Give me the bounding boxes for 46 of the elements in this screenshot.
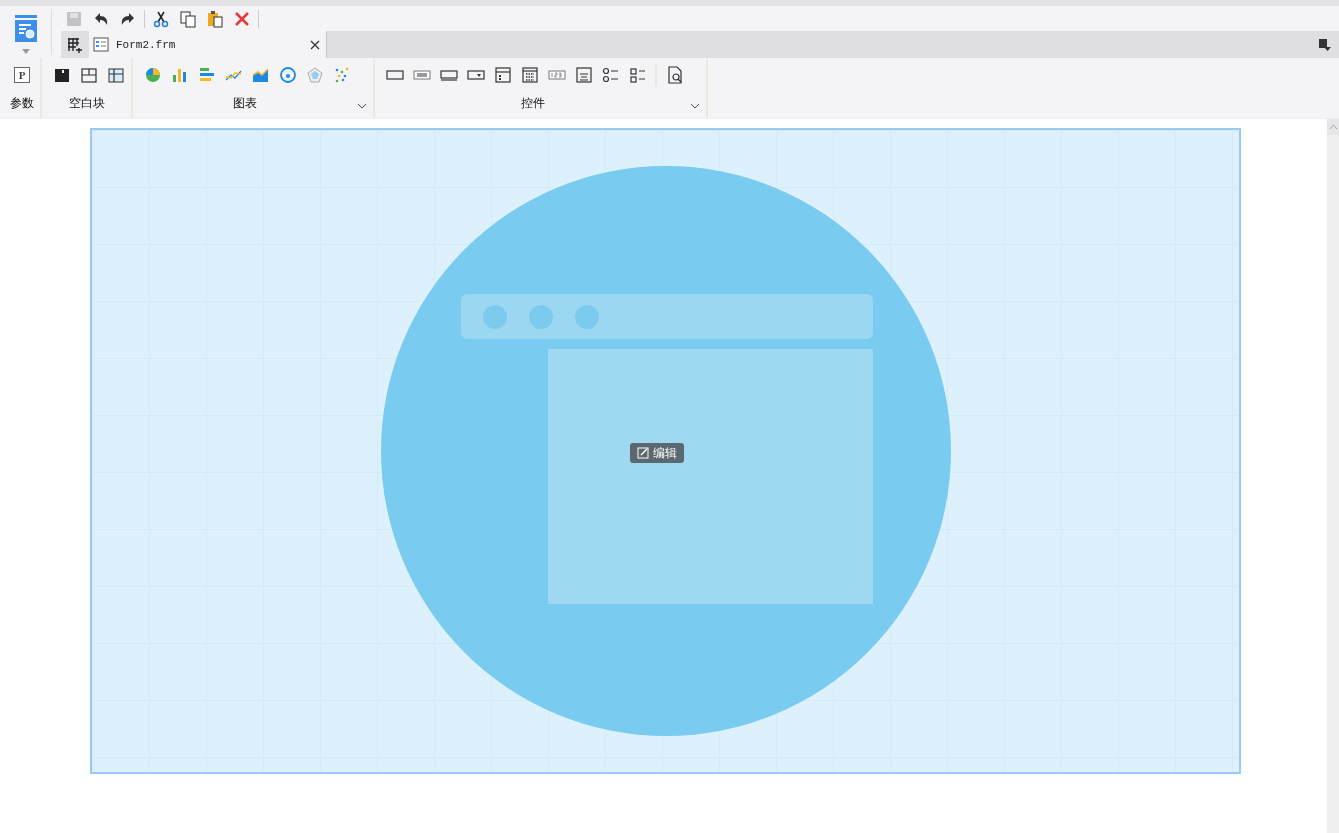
pie-chart-icon: [143, 66, 162, 84]
parameter-icon[interactable]: P: [14, 67, 30, 83]
chevron-up-icon: [1328, 124, 1338, 130]
group-label: 控件: [520, 95, 545, 112]
insert-button[interactable]: [79, 65, 98, 85]
checkbox-group-icon: [628, 66, 647, 84]
close-icon: [310, 39, 320, 50]
insert-button[interactable]: [106, 65, 125, 85]
chevron-down-icon[interactable]: [690, 103, 700, 109]
insert-button[interactable]: [493, 65, 512, 85]
list-box-icon: [493, 66, 512, 84]
toolbar-button[interactable]: [177, 8, 199, 29]
block-icon: [52, 66, 71, 84]
paste-icon: [206, 9, 224, 28]
calendar-icon: [520, 66, 539, 84]
group-label: 参数: [10, 95, 34, 112]
radar-chart-icon: [305, 66, 324, 84]
radio-group-icon: [601, 66, 620, 84]
vertical-scrollbar[interactable]: [1327, 119, 1339, 833]
tab-title: Form2.frm: [116, 38, 177, 51]
document-search-icon: [13, 15, 38, 45]
dropdown-icon: [1318, 37, 1332, 52]
table-block-icon: [106, 66, 125, 84]
gauge-icon: [278, 66, 297, 84]
edit-button[interactable]: 编辑: [630, 443, 684, 463]
grid-block-icon: [79, 66, 98, 84]
area-chart-icon: [251, 66, 270, 84]
group-label: 图表: [233, 95, 257, 112]
file-tab[interactable]: Form2.frm: [89, 31, 327, 58]
bar-chart-icon: [170, 66, 189, 84]
copy-icon: [179, 9, 197, 28]
caret-icon: [21, 49, 30, 54]
form-file-icon: [93, 36, 111, 53]
preview-icon: [665, 66, 684, 84]
text-area-icon: [574, 66, 593, 84]
edit-icon: [637, 447, 649, 459]
chevron-down-icon[interactable]: [357, 103, 367, 109]
group-label: 空白块: [68, 95, 105, 112]
horizontal-bar-chart-icon: [197, 66, 216, 84]
insert-button[interactable]: [601, 65, 620, 85]
scissors-icon: [152, 9, 170, 28]
delete-icon: [233, 9, 251, 28]
insert-button[interactable]: [520, 65, 539, 85]
save-icon: [65, 9, 83, 28]
insert-button[interactable]: [665, 65, 684, 85]
grid-plus-icon: [67, 36, 83, 53]
